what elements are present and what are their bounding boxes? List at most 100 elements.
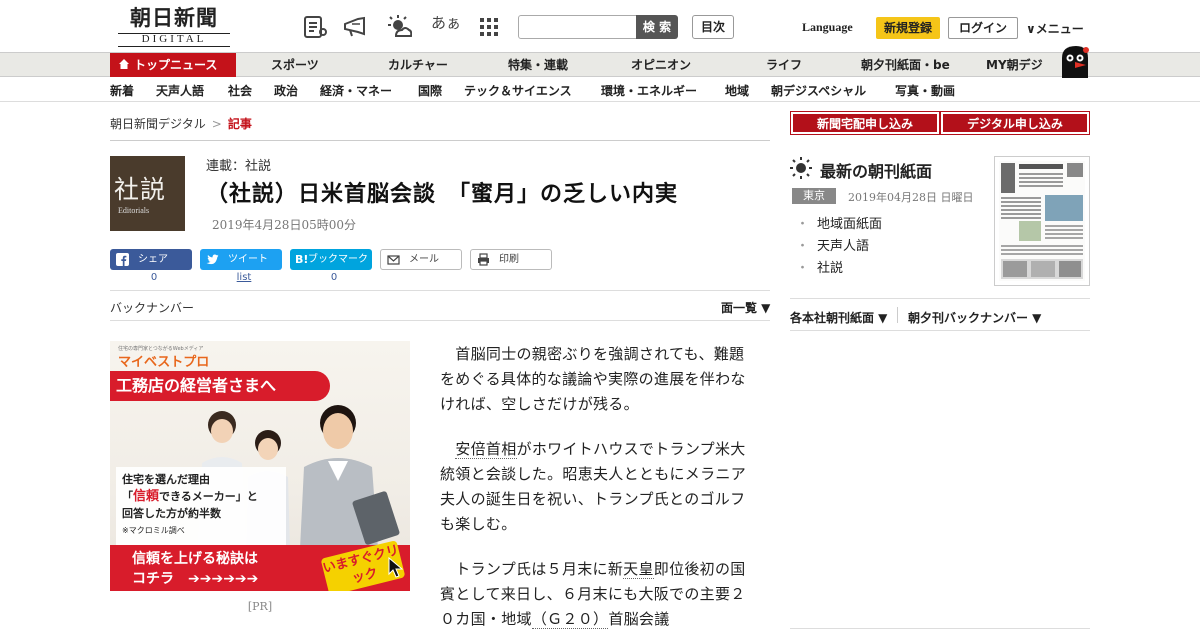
divider	[790, 628, 1090, 629]
hatena-bookmark-button[interactable]: B! ブックマーク	[290, 249, 372, 270]
sidebar-link-editorial[interactable]: ・社説	[796, 257, 843, 276]
ad-copy: 住宅を選んだ理由 「信頼できるメーカー」と 回答した方が約半数 ※マクロミル調べ	[116, 467, 286, 547]
subnav-environment[interactable]: 環境・エネルギー	[601, 82, 697, 99]
nav-tab-sports[interactable]: スポーツ	[271, 53, 319, 77]
mascot-icon[interactable]	[1056, 44, 1092, 78]
font-size-icon[interactable]: あぁ	[431, 12, 461, 33]
sidebar-link-tensei-jingo[interactable]: ・天声人語	[796, 235, 869, 254]
term-link-tenno[interactable]: 天皇	[623, 560, 654, 579]
secondary-nav: 新着 天声人語 社会 政治 経済・マネー 国際 テック＆サイエンス 環境・エネル…	[0, 78, 1200, 102]
login-button[interactable]: ログイン	[948, 17, 1018, 39]
article-date: 2019年4月28日05時00分	[212, 218, 356, 232]
divider	[110, 140, 770, 141]
subnav-region[interactable]: 地域	[725, 82, 749, 99]
sidebar-link-regional[interactable]: ・地域面紙面	[796, 213, 882, 232]
newspaper-thumbnail[interactable]	[994, 156, 1090, 286]
subnav-politics[interactable]: 政治	[274, 82, 298, 99]
facebook-share-label: シェア	[138, 254, 168, 265]
mail-button[interactable]: メール	[380, 249, 462, 270]
nav-tab-label: トップニュース	[134, 58, 218, 72]
facebook-icon	[116, 253, 129, 266]
subnav-photo-video[interactable]: 写真・動画	[895, 82, 955, 99]
divider	[897, 307, 898, 323]
site-header: 朝日新聞 DIGITAL あぁ 検 索 目次 Language 新規登録 ログイ…	[0, 0, 1200, 52]
subscribe-paper-button[interactable]: 新聞宅配申し込み	[790, 111, 940, 135]
twitter-share-button[interactable]: ツイート	[200, 249, 282, 270]
series-label[interactable]: 連載：社説	[206, 155, 271, 174]
ad-cta-line1: 信頼を上げる秘訣は	[132, 551, 258, 567]
print-button[interactable]: 印刷	[470, 249, 552, 270]
divider	[790, 298, 1090, 299]
mail-label: メール	[409, 254, 439, 265]
menu-button[interactable]: ∨メニュー	[1026, 20, 1084, 37]
news-list-icon[interactable]	[302, 14, 328, 40]
subnav-new[interactable]: 新着	[110, 82, 134, 99]
subnav-tensei-jingo[interactable]: 天声人語	[156, 82, 204, 99]
latest-paper-title[interactable]: 最新の朝刊紙面	[820, 158, 932, 182]
subnav-special[interactable]: 朝デジスペシャル	[771, 82, 866, 99]
weather-icon[interactable]	[386, 14, 412, 40]
nav-tab-top-news[interactable]: トップニュース	[110, 53, 236, 77]
backnumber-dropdown[interactable]: 朝夕刊バックナンバー ▼	[908, 309, 1041, 326]
breadcrumb-current: 記事	[227, 117, 252, 131]
ad-copy-line3: 回答した方が約半数	[122, 507, 221, 520]
breadcrumb-separator: >	[211, 117, 222, 131]
divider	[110, 320, 770, 321]
nav-tab-features[interactable]: 特集・連載	[508, 53, 568, 77]
sun-icon	[790, 157, 812, 179]
subscribe-digital-button[interactable]: デジタル申し込み	[940, 111, 1090, 135]
ad-brand-name: マイベストプロ	[118, 355, 210, 370]
article-paragraph: トランプ氏は５月末に新天皇即位後初の国賓として来日し、６月末にも大阪での主要２０…	[440, 557, 750, 630]
hatena-count: 0	[330, 272, 338, 283]
nav-tab-papers[interactable]: 朝夕刊紙面・be	[861, 53, 950, 77]
article-paragraph: 安倍首相がホワイトハウスでトランプ米大統領と会談した。昭恵夫人とともにメラニア夫…	[440, 437, 750, 537]
ad-copy-open-quote: 「	[122, 490, 133, 503]
search-button[interactable]: 検 索	[636, 15, 678, 39]
asahi-logo[interactable]: 朝日新聞 DIGITAL	[118, 6, 230, 48]
twitter-list-link[interactable]: list	[200, 272, 288, 283]
language-link[interactable]: Language	[802, 20, 853, 35]
paper-date: 2019年04月28日 日曜日	[848, 191, 974, 204]
breadcrumb-home[interactable]: 朝日新聞デジタル	[110, 117, 206, 131]
logo-sub-text: DIGITAL	[118, 33, 230, 47]
honsha-paper-dropdown[interactable]: 各本社朝刊紙面 ▼	[790, 309, 887, 326]
mokuji-button[interactable]: 目次	[692, 15, 734, 39]
ad-cta[interactable]: 信頼を上げる秘訣は コチラ ➔➔➔➔➔➔ いますぐクリック	[110, 540, 410, 591]
ad-headline: 工務店の経営者さまへ	[110, 371, 330, 401]
home-icon	[119, 59, 129, 69]
register-button[interactable]: 新規登録	[876, 17, 940, 39]
subnav-economy[interactable]: 経済・マネー	[320, 82, 392, 99]
mail-icon	[387, 255, 400, 265]
apps-grid-icon[interactable]	[476, 14, 502, 40]
advertisement-banner[interactable]: 住宅の専門家とつながるWebメディア マイベストプロ 工務店の経営者さまへ 住宅…	[110, 341, 410, 591]
article-paragraph: 首脳同士の親密ぶりを強調されても、難題をめぐる具体的な議論や実際の進展を伴わなけ…	[440, 345, 746, 413]
twitter-icon	[206, 254, 219, 265]
nav-tab-culture[interactable]: カルチャー	[388, 53, 448, 77]
facebook-share-button[interactable]: シェア	[110, 249, 192, 270]
megaphone-icon[interactable]	[342, 14, 368, 40]
primary-nav: トップニュース スポーツ カルチャー 特集・連載 オピニオン ライフ 朝夕刊紙面…	[0, 52, 1200, 77]
subnav-tech-science[interactable]: テック＆サイエンス	[464, 82, 572, 99]
breadcrumb: 朝日新聞デジタル > 記事	[110, 115, 252, 132]
facebook-count: 0	[150, 272, 158, 283]
text-run	[440, 440, 455, 458]
term-link-g20[interactable]: （Ｇ２０）	[531, 610, 609, 629]
term-link-abe[interactable]: 安倍首相	[455, 440, 517, 459]
twitter-share-label: ツイート	[228, 254, 268, 265]
subnav-international[interactable]: 国際	[418, 82, 442, 99]
ad-pr-label: [PR]	[247, 600, 273, 613]
page-list-dropdown[interactable]: 面一覧 ▼	[721, 299, 770, 316]
nav-tab-my-asadigi[interactable]: MY朝デジ	[986, 53, 1043, 77]
hatena-icon: B!	[295, 253, 309, 266]
sidebar-link-label: 地域面紙面	[817, 217, 883, 232]
nav-tab-opinion[interactable]: オピニオン	[631, 53, 691, 77]
sidebar-link-label: 天声人語	[817, 239, 870, 254]
search-input[interactable]	[518, 15, 638, 39]
subnav-society[interactable]: 社会	[228, 82, 252, 99]
ad-copy-line1: 住宅を選んだ理由	[122, 473, 210, 486]
sidebar-link-label: 社説	[817, 261, 844, 276]
ad-cta-line2: コチラ ➔➔➔➔➔➔	[132, 571, 259, 587]
editorial-badge-kanji: 社説	[114, 175, 167, 204]
ad-copy-note: ※マクロミル調べ	[122, 526, 185, 535]
nav-tab-life[interactable]: ライフ	[766, 53, 802, 77]
